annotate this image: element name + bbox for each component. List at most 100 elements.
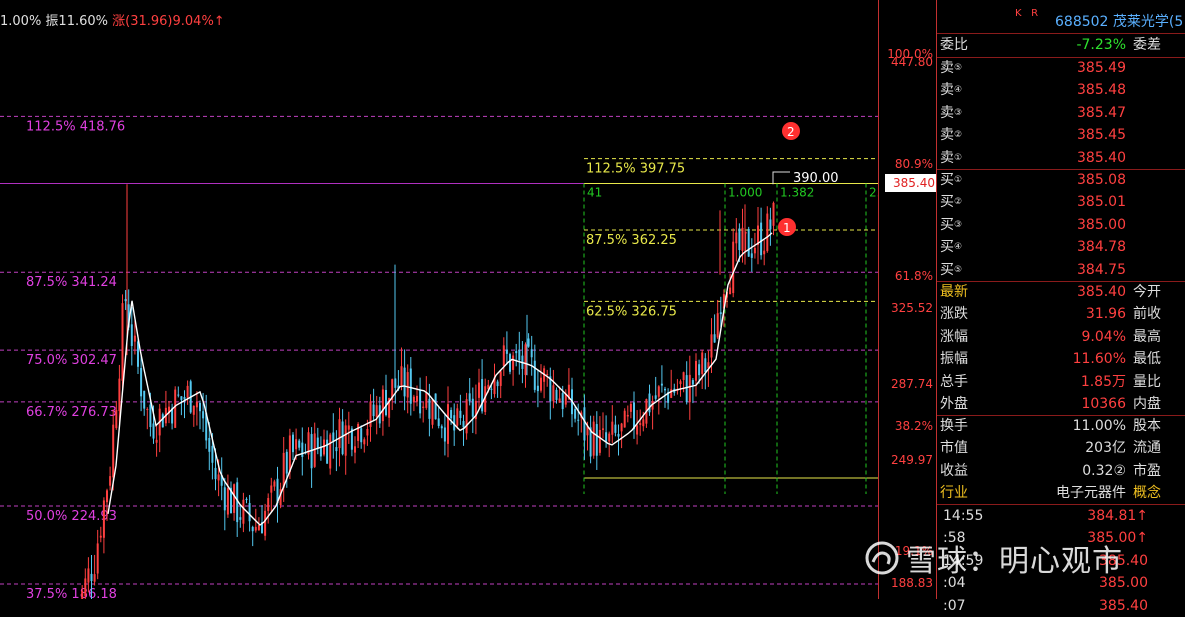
- candle-body-up: [772, 202, 775, 226]
- candle-body-up: [682, 372, 685, 381]
- candlestick-chart[interactable]: 112.5% 418.76 87.5% 341.24 75.0% 302.47 66.…: [0, 0, 878, 599]
- candle-body-up: [195, 402, 198, 408]
- stat-label: 最新: [940, 284, 968, 300]
- candle-body-down: [332, 432, 335, 442]
- candle-body-down: [335, 447, 338, 452]
- candle-body-up: [338, 419, 341, 449]
- candle-body-up: [412, 396, 415, 403]
- candle-body-up: [592, 421, 595, 456]
- fund-label: 换手: [940, 418, 968, 434]
- candle-body-up: [254, 526, 257, 531]
- buy-label: 买①: [940, 172, 963, 188]
- candle-body-up: [626, 414, 629, 417]
- fib-label-right: 87.5% 362.25: [586, 233, 677, 248]
- candle-body-up: [192, 405, 195, 415]
- weibi-row: 委比 -7.23% 委差: [937, 34, 1185, 56]
- candle-body-down: [161, 414, 164, 428]
- sell-value: 385.49: [1077, 60, 1126, 76]
- stat-label: 涨幅: [940, 328, 968, 345]
- buy-value: 385.00: [1077, 216, 1126, 233]
- stat-value: 11.60%: [1072, 351, 1126, 368]
- candle-body-up: [347, 425, 350, 430]
- candle-body-up: [84, 578, 87, 596]
- buy-level-key: ②: [954, 197, 963, 208]
- candle-body-up: [552, 385, 555, 402]
- fib-label-left: 87.5% 341.24: [26, 275, 117, 290]
- sell-level-key: ⑤: [954, 63, 963, 73]
- candle-body-down: [509, 354, 511, 372]
- candle-body-up: [357, 423, 360, 441]
- fund-label: 行业: [940, 485, 968, 502]
- candle-body-up: [716, 313, 719, 338]
- candle-body-down: [555, 389, 558, 400]
- candle-body-up: [121, 303, 124, 381]
- axis-pct-label: 38.2%: [894, 418, 933, 433]
- candle-body-up: [233, 484, 236, 513]
- high-label: 390.00: [793, 171, 839, 186]
- time-fib-label: 2.: [869, 185, 878, 199]
- candle-body-up: [763, 250, 766, 255]
- sell-value: 385.45: [1077, 127, 1126, 144]
- current-price-tag: 385.40: [885, 174, 937, 193]
- candle-body-down: [202, 411, 205, 419]
- candle-body-down: [648, 393, 651, 413]
- high-marker-line: [772, 171, 790, 185]
- tick-row: 14:55 384.81↑: [937, 505, 1185, 527]
- candle-body-down: [434, 393, 437, 420]
- candle-body-up: [295, 439, 298, 450]
- candle-body-up: [174, 389, 177, 428]
- kr-buttons[interactable]: K R: [1015, 8, 1038, 19]
- sell-row: 卖③ 385.47: [937, 102, 1185, 124]
- candle-body-up: [226, 488, 229, 515]
- stat-label: 涨跌: [940, 306, 968, 323]
- candle-body-down: [605, 432, 608, 442]
- time-fib-label: 1.000: [728, 185, 762, 199]
- tick-row: :07 385.40: [937, 595, 1185, 617]
- candle-body-down: [239, 517, 242, 520]
- candle-body-up: [558, 398, 561, 403]
- marker-number: 1: [783, 221, 791, 235]
- sell-row: 卖⑤ 385.49: [937, 57, 1185, 79]
- sell-row: 卖② 385.45: [937, 124, 1185, 146]
- sell-level-key: ②: [954, 130, 963, 141]
- candle-body-down: [248, 503, 251, 522]
- candle-body-down: [471, 398, 474, 417]
- candle-body-down: [738, 228, 741, 251]
- candle-body-up: [96, 543, 99, 574]
- candle-body-down: [536, 385, 539, 392]
- weibi-right: 委差: [1133, 37, 1161, 53]
- candle-body-down: [177, 394, 180, 396]
- candle-body-down: [211, 445, 214, 463]
- candle-body-up: [217, 474, 220, 481]
- moving-average-line: [107, 232, 773, 526]
- fund-right-label: 股本: [1133, 418, 1161, 434]
- buy-row: 买⑤ 384.75: [937, 259, 1185, 281]
- buy-value: 385.08: [1077, 172, 1126, 188]
- sell-value: 385.40: [1077, 149, 1126, 166]
- fund-value: 0.32②: [1082, 462, 1126, 479]
- candle-body-down: [143, 390, 146, 409]
- candle-body-up: [87, 568, 90, 583]
- candle-body-down: [199, 402, 201, 412]
- candle-body-up: [115, 410, 118, 429]
- candle-body-up: [109, 476, 112, 486]
- candle-body-down: [685, 375, 688, 403]
- candle-body-down: [595, 424, 598, 456]
- candle-body-up: [106, 490, 108, 503]
- fund-label: 市值: [940, 440, 968, 457]
- candle-body-down: [617, 433, 620, 437]
- candle-body-down: [561, 393, 564, 410]
- candle-body-up: [546, 373, 549, 375]
- candle-body-up: [735, 232, 738, 244]
- candle-body-up: [478, 382, 480, 398]
- candle-body-up: [512, 355, 515, 370]
- quote-panel: K R 688502 茂莱光学(5 委比 -7.23% 委差 卖⑤ 385.49 卖…: [936, 0, 1185, 614]
- stat-row: 外盘 10366 内盘: [937, 393, 1185, 415]
- fib-label-right: 112.5% 397.75: [586, 162, 685, 177]
- candle-body-down: [664, 388, 666, 391]
- stat-row: 总手 1.85万 量比: [937, 371, 1185, 393]
- stat-row: 涨幅 9.04% 最高: [937, 326, 1185, 348]
- fib-label-left: 37.5% 186.18: [26, 587, 117, 599]
- candle-body-up: [99, 535, 102, 538]
- candle-body-down: [574, 409, 577, 419]
